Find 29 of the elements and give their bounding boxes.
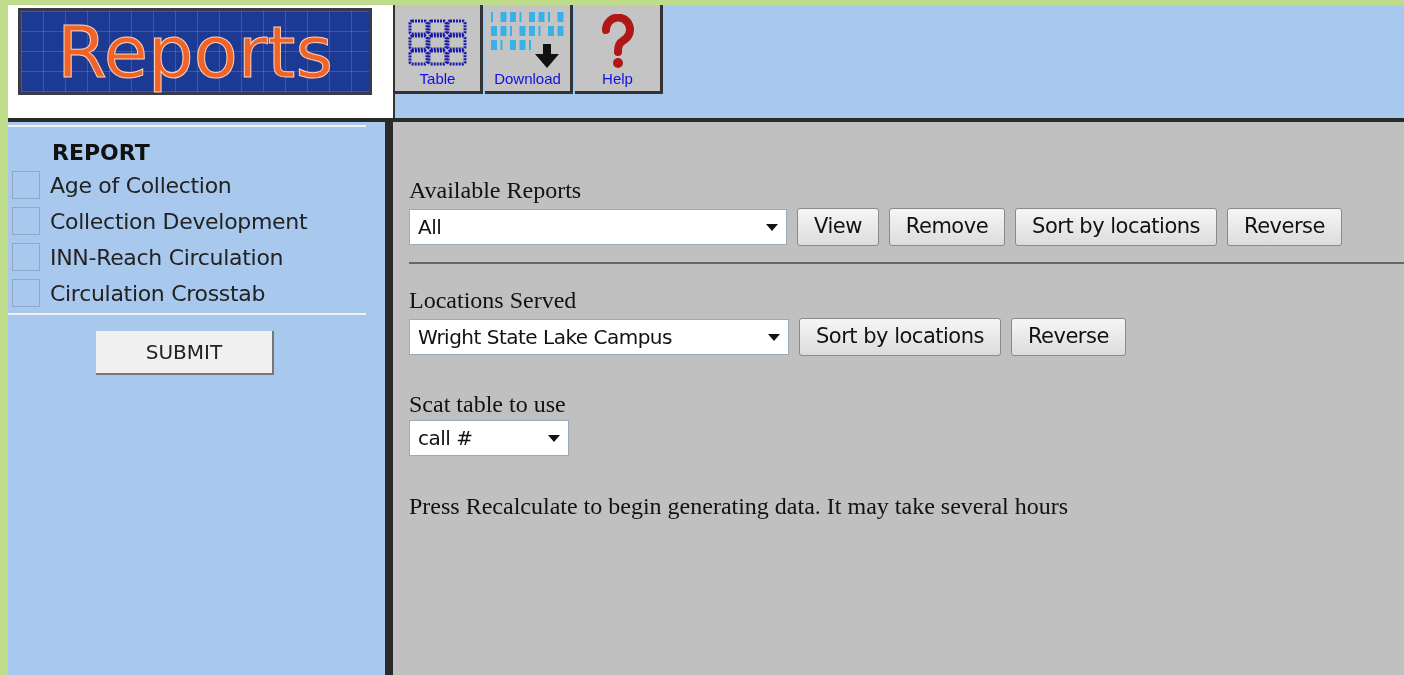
submit-button[interactable]: SUBMIT	[96, 331, 274, 375]
report-label: Collection Development	[50, 207, 308, 236]
report-checkbox[interactable]	[12, 243, 40, 271]
scat-table-dropdown[interactable]: call #	[409, 420, 569, 456]
action-button[interactable]: Reverse	[1227, 208, 1342, 246]
report-label: Circulation Crosstab	[50, 279, 266, 308]
section-label: Available Reports	[409, 176, 583, 205]
report-checkbox[interactable]	[12, 207, 40, 235]
dropdown-caret-icon	[548, 434, 560, 442]
report-label: Age of Collection	[50, 171, 232, 200]
report-checkbox[interactable]	[12, 171, 40, 199]
action-button[interactable]: Remove	[888, 208, 1006, 246]
toolbar-button[interactable]: Download	[485, 5, 573, 94]
section-label: Locations Served	[409, 286, 578, 315]
action-button[interactable]: Reverse	[1010, 318, 1126, 356]
toolbar-button[interactable]: Help	[575, 5, 663, 94]
toolbar-button[interactable]: Table	[395, 5, 483, 94]
sidebar-heading: REPORT	[52, 139, 151, 167]
report-checkbox[interactable]	[12, 279, 40, 307]
reports-dropdown[interactable]: All	[409, 209, 787, 245]
status-message: Press Recalculate to begin generating data. It may take several hours	[409, 492, 1070, 521]
dropdown-caret-icon	[768, 333, 780, 341]
action-button[interactable]: View	[797, 208, 879, 246]
action-button[interactable]: Sort by locations	[1015, 208, 1217, 246]
dropdown-caret-icon	[766, 223, 778, 231]
section-label: Scat table to use	[409, 390, 567, 419]
locations-dropdown[interactable]: Wright State Lake Campus	[409, 319, 789, 355]
action-button[interactable]: Sort by locations	[799, 318, 1001, 356]
report-label: INN-Reach Circulation	[50, 243, 284, 272]
